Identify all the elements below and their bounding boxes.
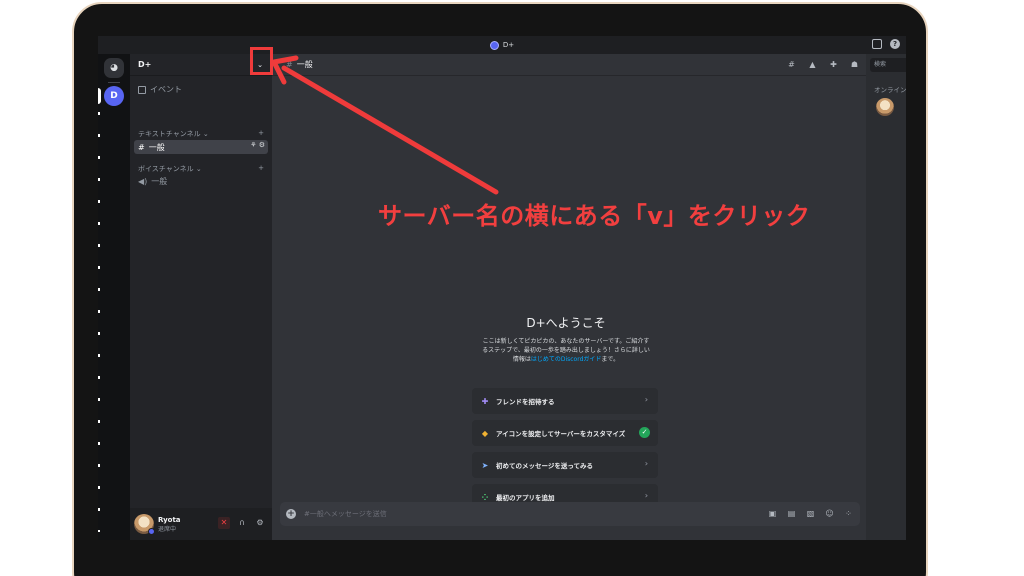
channel-item-general-voice[interactable]: ◀) 一般 [134, 174, 268, 188]
text-channel-category[interactable]: テキストチャンネル ⌄ + [138, 129, 264, 139]
mic-muted-icon[interactable]: ✕ [218, 517, 230, 529]
apps-icon: ⁘ [481, 492, 489, 502]
discord-window: D+ ? ◕ D D+ ⌄ イベント テキストチャンネル ⌄ + # 一般 ⚘ … [98, 36, 906, 540]
threads-icon[interactable]: # [786, 59, 797, 70]
gif-icon[interactable]: ▤ [786, 508, 797, 519]
selected-server-pill [98, 88, 101, 104]
bell-icon[interactable]: ▲ [807, 59, 818, 70]
add-voice-channel-icon[interactable]: + [258, 164, 264, 172]
check-icon: ✓ [639, 427, 650, 438]
card-invite-friends[interactable]: ✚ フレンドを招待する › [472, 388, 658, 414]
welcome-description: ここは新しくてピカピカの、あなたのサーバーです。ご紹介す るステップで、最初の一… [470, 337, 662, 364]
highlight-box [250, 47, 273, 75]
category-caret-icon: ⌄ [202, 130, 209, 138]
events-link[interactable]: イベント [138, 84, 182, 95]
voice-channel-category[interactable]: ボイスチャンネル ⌄ + [138, 164, 264, 174]
annotation-text: サーバー名の横にある「v」をクリック [378, 202, 811, 230]
guide-link[interactable]: はじめてのDiscordガイド [531, 356, 602, 363]
hash-icon: # [286, 60, 293, 69]
server-d-plus-icon[interactable]: D [104, 86, 124, 106]
palette-icon: ◆ [481, 428, 489, 438]
server-name: D+ [138, 60, 152, 69]
avatar[interactable] [134, 514, 155, 535]
apps-icon[interactable]: ⁘ [843, 508, 854, 519]
channel-header: # 一般 # ▲ ✚ ☗ [272, 54, 866, 76]
help-icon[interactable]: ? [890, 39, 900, 49]
title-server-name: D+ [502, 41, 515, 49]
chat-area: # 一般 # ▲ ✚ ☗ D+へようこそ ここは新しくてピカピカの、あなたのサー… [272, 54, 866, 540]
welcome-line-3-suffix: まで。 [601, 356, 620, 363]
welcome-line-3-prefix: 情報は [512, 356, 531, 363]
member-list: 検索 オンライン [866, 54, 906, 540]
member-avatar[interactable] [876, 98, 894, 116]
server-icon [489, 40, 499, 50]
welcome-line-1: ここは新しくてピカピカの、あなたのサーバーです。ご紹介す [482, 338, 650, 345]
message-input[interactable] [304, 510, 684, 518]
user-panel: Ryota 退席中 ✕ ∩ ⚙ [130, 508, 272, 540]
gift-icon[interactable]: ▣ [767, 508, 778, 519]
events-label: イベント [150, 85, 182, 94]
speaker-icon: ◀) [138, 176, 148, 186]
discord-home-icon[interactable]: ◕ [104, 58, 124, 78]
card-label: フレンドを招待する [496, 398, 555, 406]
category-caret-icon: ⌄ [195, 165, 202, 173]
welcome-line-2: るステップで、最初の一歩を踏み出しましょう！さらに詳しい [482, 347, 650, 354]
pin-icon[interactable]: ✚ [828, 59, 839, 70]
channel-settings-gear-icon[interactable]: ⚙ [259, 141, 265, 149]
card-label: アイコンを設定してサーバーをカスタマイズ [496, 430, 626, 438]
server-rail: ◕ D [98, 54, 130, 540]
upload-plus-icon[interactable]: + [286, 509, 296, 519]
send-icon: ➤ [481, 460, 489, 470]
welcome-section: D+へようこそ ここは新しくてピカピカの、あなたのサーバーです。ご紹介す るステ… [470, 314, 662, 364]
user-status: 退席中 [158, 525, 177, 533]
chevron-right-icon: › [644, 491, 648, 500]
rail-separator [108, 82, 120, 83]
inbox-icon[interactable] [872, 39, 882, 49]
channel-item-general-text[interactable]: # 一般 ⚘ ⚙ [134, 140, 268, 154]
sticker-icon[interactable]: ▧ [805, 508, 816, 519]
rail-scroll-dots [98, 112, 100, 532]
members-icon[interactable]: ☗ [849, 59, 860, 70]
welcome-title: D+へようこそ [526, 316, 606, 330]
person-add-icon: ✚ [481, 396, 489, 406]
calendar-icon [138, 85, 146, 94]
status-indicator [148, 528, 155, 535]
hash-icon: # [138, 142, 145, 152]
emoji-icon[interactable]: ☺ [824, 508, 835, 519]
card-send-first-message[interactable]: ➤ 初めてのメッセージを送ってみる › [472, 452, 658, 478]
card-label: 初めてのメッセージを送ってみる [496, 462, 594, 470]
username: Ryota [158, 515, 181, 524]
channel-label: 一般 [148, 142, 165, 152]
title-bar: D+ ? [98, 36, 906, 54]
user-settings-gear-icon[interactable]: ⚙ [254, 517, 266, 529]
channel-controls: ⚘ ⚙ [250, 141, 265, 149]
chevron-right-icon: › [644, 459, 648, 468]
channel-sidebar: D+ ⌄ イベント テキストチャンネル ⌄ + # 一般 ⚘ ⚙ ボイスチャンネ… [130, 54, 272, 540]
headphones-icon[interactable]: ∩ [236, 517, 248, 529]
card-label: 最初のアプリを追加 [496, 494, 555, 502]
message-composer: + ▣ ▤ ▧ ☺ ⁘ [280, 502, 860, 526]
channel-label: 一般 [151, 176, 168, 186]
member-category: オンライン [874, 86, 906, 94]
invite-icon[interactable]: ⚘ [250, 141, 256, 149]
channel-title: 一般 [296, 60, 313, 69]
chevron-right-icon: › [644, 395, 648, 404]
category-label: ボイスチャンネル [138, 165, 194, 173]
category-label: テキストチャンネル [138, 130, 201, 138]
card-customize-server[interactable]: ◆ アイコンを設定してサーバーをカスタマイズ ✓ [472, 420, 658, 446]
add-text-channel-icon[interactable]: + [258, 129, 264, 137]
search-input[interactable]: 検索 [870, 58, 906, 72]
